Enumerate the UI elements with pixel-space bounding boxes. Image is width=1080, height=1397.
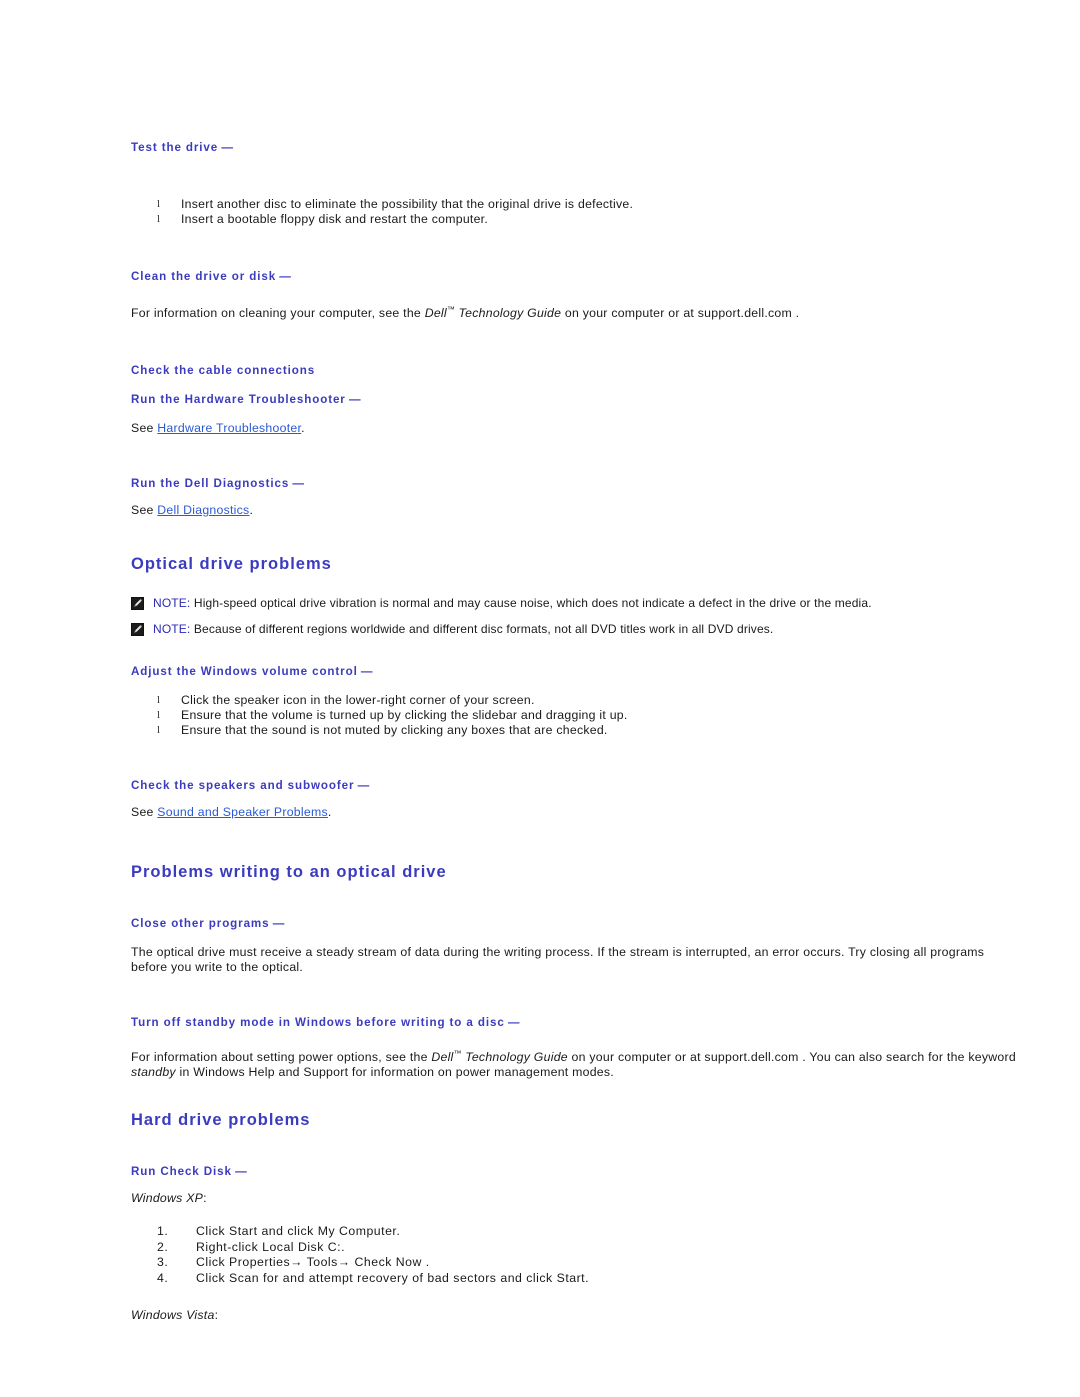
list-item: Right-click Local Disk C:. (157, 1239, 345, 1255)
note-text: NOTE: High-speed optical drive vibration… (153, 596, 872, 610)
test-the-drive-bullet-list: Insert another disc to eliminate the pos… (131, 197, 1020, 227)
list-item: Click the speaker icon in the lower-righ… (157, 693, 1020, 708)
paragraph-text-middle: on your computer or at support.dell.com … (567, 1050, 1016, 1065)
paragraph-text-tail: in Windows Help and Support for informat… (175, 1065, 614, 1080)
note-body: High-speed optical drive vibration is no… (190, 596, 872, 611)
link-hardware-troubleshooter[interactable]: Hardware Troubleshooter (157, 421, 301, 435)
subhead-close-other-programs: Close other programs — (131, 916, 1020, 931)
see-prefix: See (131, 503, 158, 518)
product-name-dell: Dell (431, 1050, 454, 1065)
link-dell-diagnostics[interactable]: Dell Diagnostics (157, 503, 249, 517)
subhead-run-the-hardware-troubleshooter: Run the Hardware Troubleshooter — (131, 392, 1020, 407)
note-callout: NOTE: High-speed optical drive vibration… (131, 596, 1020, 611)
note-pencil-icon (131, 597, 144, 611)
list-item: Click Properties→ Tools→ Check Now . (157, 1255, 430, 1270)
subhead-test-the-drive: Test the drive — (131, 140, 1020, 155)
subhead-label: Run Check Disk (131, 1165, 232, 1179)
note-label: NOTE: (153, 622, 191, 637)
see-prefix: See (131, 421, 158, 436)
subhead-label: Run the Dell Diagnostics (131, 477, 290, 491)
list-item: Ensure that the volume is turned up by c… (157, 708, 1020, 723)
keyword-standby: standby (131, 1065, 176, 1080)
section-heading-hard-drive-problems: Hard drive problems (131, 1111, 311, 1130)
subhead-label: Turn off standby mode in Windows before … (131, 1016, 505, 1030)
os-label-windows-xp: Windows XP: (131, 1191, 1020, 1206)
os-punct: : (214, 1308, 219, 1323)
note-pencil-icon (131, 623, 144, 637)
paragraph-text: For information on cleaning your compute… (131, 306, 425, 321)
subhead-dash: — (231, 1165, 247, 1179)
subhead-run-the-dell-diagnostics: Run the Dell Diagnostics — (131, 476, 1020, 491)
note-callout: NOTE: Because of different regions world… (131, 622, 1020, 637)
see-suffix: . (249, 503, 254, 518)
section-heading-optical-drive-problems: Optical drive problems (131, 555, 332, 574)
note-body: Because of different regions worldwide a… (190, 622, 774, 637)
subhead-dash: — (357, 665, 373, 679)
subhead-label: Close other programs (131, 917, 270, 931)
subhead-dash: — (289, 477, 304, 491)
guide-title: Technology Guide (461, 1050, 568, 1065)
see-prefix: See (131, 805, 158, 820)
link-sound-and-speaker-problems[interactable]: Sound and Speaker Problems (157, 805, 328, 819)
os-punct: : (203, 1191, 207, 1206)
note-label: NOTE: (153, 596, 191, 611)
subhead-label: Check the speakers and subwoofer (131, 779, 355, 793)
see-suffix: . (327, 805, 332, 820)
subhead-label: Test the drive (131, 141, 219, 154)
check-disk-steps: Click Start and click My Computer. Right… (131, 1224, 1020, 1286)
subhead-adjust-the-windows-volume-control: Adjust the Windows volume control — (131, 664, 1020, 679)
hardware-troubleshooter-reference: See Hardware Troubleshooter. (131, 421, 1020, 436)
note-text: NOTE: Because of different regions world… (153, 622, 773, 636)
section-heading-problems-writing-to-an-optical-drive: Problems writing to an optical drive (131, 863, 447, 882)
subhead-turn-off-standby-mode: Turn off standby mode in Windows before … (131, 1015, 1020, 1030)
trademark-symbol: ™ (446, 305, 455, 314)
close-other-programs-paragraph: The optical drive must receive a steady … (131, 945, 985, 975)
dell-diagnostics-reference: See Dell Diagnostics. (131, 503, 1020, 518)
document-page: Test the drive — Insert another disc to … (0, 0, 1080, 1397)
os-name: Windows Vista (131, 1308, 215, 1323)
paragraph-text-tail: on your computer or at support.dell.com … (561, 306, 800, 321)
subhead-dash: — (504, 1016, 520, 1030)
list-item: Click Scan for and attempt recovery of b… (157, 1270, 589, 1286)
subhead-dash: — (269, 917, 285, 931)
subhead-label: Check the cable connections (131, 364, 316, 378)
list-item: Ensure that the sound is not muted by cl… (157, 723, 1020, 738)
subhead-check-the-cable-connections: Check the cable connections (131, 363, 1020, 378)
list-item: Click Start and click My Computer. (157, 1224, 401, 1239)
subhead-run-check-disk: Run Check Disk — (131, 1164, 1020, 1179)
os-name: Windows XP (131, 1191, 204, 1206)
sound-speaker-reference: See Sound and Speaker Problems. (131, 805, 1020, 820)
subhead-dash: — (276, 270, 291, 283)
list-item: Insert a bootable floppy disk and restar… (157, 212, 1020, 227)
subhead-dash: — (354, 779, 370, 793)
subhead-label: Run the Hardware Troubleshooter (131, 393, 346, 407)
trademark-symbol: ™ (453, 1049, 462, 1059)
list-item: Insert another disc to eliminate the pos… (157, 197, 1020, 212)
subhead-label: Adjust the Windows volume control (131, 665, 358, 679)
clean-drive-paragraph: For information on cleaning your compute… (131, 302, 1020, 321)
subhead-label: Clean the drive or disk (131, 270, 277, 283)
subhead-clean-the-drive-or-disk: Clean the drive or disk — (131, 269, 1020, 284)
guide-title: Technology Guide (454, 306, 562, 321)
see-suffix: . (301, 421, 305, 436)
os-label-windows-vista: Windows Vista: (131, 1308, 1020, 1323)
product-name-dell: Dell (424, 306, 447, 321)
paragraph-text: For information about setting power opti… (131, 1050, 432, 1065)
subhead-dash: — (218, 141, 233, 154)
volume-control-bullet-list: Click the speaker icon in the lower-righ… (131, 693, 1020, 738)
subhead-dash: — (345, 393, 361, 407)
subhead-check-the-speakers-and-subwoofer: Check the speakers and subwoofer — (131, 778, 1020, 793)
standby-paragraph: For information about setting power opti… (131, 1046, 1020, 1080)
